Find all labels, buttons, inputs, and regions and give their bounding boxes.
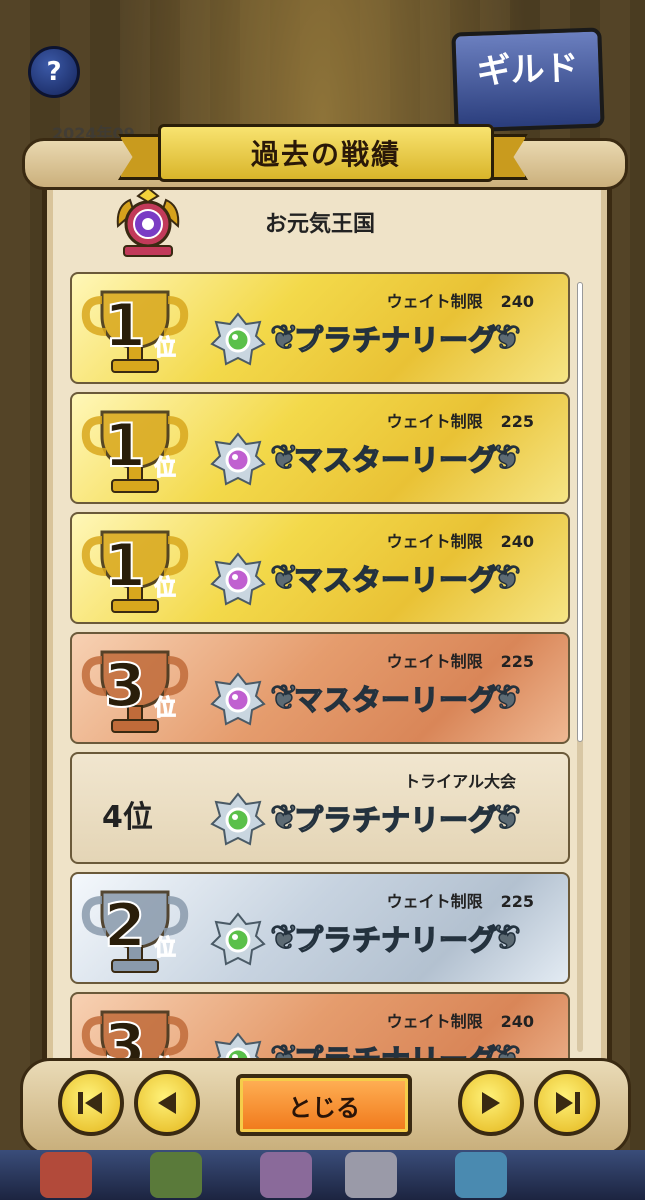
rank-suffix: 位 — [153, 456, 177, 482]
weight-label: トライアル大会 — [404, 772, 516, 791]
guild-name: お元気王国 — [264, 212, 375, 237]
rank-suffix: 位 — [153, 936, 177, 962]
rank-number: 3 — [103, 651, 147, 721]
laurel-icon: ❦ — [269, 917, 299, 959]
weight-label: ウェイト制限 — [386, 532, 483, 551]
result-row: 3位ウェイト制限240 ❦プラチナリーグ❦ — [70, 992, 570, 1060]
league-name: ❦ プラチナリーグ ❦ — [269, 1030, 522, 1060]
laurel-icon: ❦ — [492, 797, 522, 839]
result-row: 1 位 ウェイト制限 240 ❦ プラチナリーグ ❦ — [70, 272, 570, 384]
laurel-icon: ❦ — [492, 917, 522, 959]
league-badge-icon — [210, 312, 266, 366]
footer-menu-icon-1[interactable] — [40, 1152, 92, 1198]
laurel-icon: ❦ — [269, 317, 299, 359]
league-label: マスターリーグ — [293, 442, 498, 478]
weight-value: 240 — [500, 532, 534, 551]
weight-limit: ウェイト制限 240 — [387, 528, 534, 552]
weight-limit: ウェイト制限 225 — [387, 888, 534, 912]
first-page-button[interactable] — [58, 1070, 124, 1136]
rank-number: 1 — [103, 531, 147, 601]
guild-emblem-icon — [116, 186, 180, 257]
league-name: ❦ マスターリーグ ❦ — [269, 670, 522, 726]
weight-value: 225 — [500, 892, 534, 911]
laurel-icon: ❦ — [492, 437, 522, 479]
rank-suffix: 位 — [153, 696, 177, 722]
result-row: 1 位 ウェイト制限 225 ❦ マスターリーグ ❦ — [70, 392, 570, 504]
weight-limit: ウェイト制限 240 — [387, 1008, 534, 1032]
close-button[interactable]: とじる — [236, 1074, 412, 1136]
first-page-icon — [78, 1092, 102, 1114]
weight-limit: ウェイト制限 240 — [387, 288, 534, 312]
league-label: マスターリーグ — [293, 562, 498, 598]
weight-limit: トライアル大会 — [404, 768, 534, 792]
help-button[interactable]: ? — [28, 46, 80, 98]
rank-number: 1 — [103, 411, 147, 481]
league-badge-icon — [210, 672, 266, 726]
weight-value: 225 — [500, 652, 534, 671]
laurel-icon: ❦ — [269, 1037, 299, 1060]
league-name: ❦ マスターリーグ ❦ — [269, 430, 522, 486]
last-page-button[interactable] — [534, 1070, 600, 1136]
laurel-icon: ❦ — [492, 677, 522, 719]
results-scrollbar[interactable] — [577, 282, 583, 1052]
rank-number: 4位 — [102, 800, 153, 835]
weight-label: ウェイト制限 — [386, 292, 483, 311]
footer-menu-icon-2[interactable] — [150, 1152, 202, 1198]
laurel-icon: ❦ — [269, 557, 299, 599]
weight-label: ウェイト制限 — [386, 1012, 483, 1031]
laurel-icon: ❦ — [269, 437, 299, 479]
last-page-icon — [556, 1092, 580, 1114]
rank-number: 1 — [103, 291, 147, 361]
weight-label: ウェイト制限 — [386, 412, 483, 431]
laurel-icon: ❦ — [492, 1037, 522, 1060]
league-badge-icon — [210, 912, 266, 966]
result-row: 4位 トライアル大会 ❦ プラチナリーグ ❦ — [70, 752, 570, 864]
result-row: 1 位 ウェイト制限 240 ❦ マスターリーグ ❦ — [70, 512, 570, 624]
weight-value: 240 — [500, 1012, 534, 1031]
laurel-icon: ❦ — [269, 797, 299, 839]
footer-menu-icon-4[interactable] — [345, 1152, 397, 1198]
title-ribbon: 過去の戦績 — [118, 110, 528, 186]
league-label: マスターリーグ — [293, 682, 498, 718]
result-row: 2 位 ウェイト制限 225 ❦ プラチナリーグ ❦ — [70, 872, 570, 984]
league-label: プラチナリーグ — [293, 802, 498, 838]
weight-value: 240 — [500, 292, 534, 311]
laurel-icon: ❦ — [492, 317, 522, 359]
league-name: ❦ プラチナリーグ ❦ — [269, 910, 522, 966]
league-label: プラチナリーグ — [293, 322, 498, 358]
league-name: ❦ マスターリーグ ❦ — [269, 550, 522, 606]
rank-number: 2 — [103, 891, 147, 961]
next-page-icon — [482, 1092, 500, 1114]
league-badge-icon — [210, 432, 266, 486]
league-label: プラチナリーグ — [293, 922, 498, 958]
league-badge-icon — [214, 1032, 262, 1060]
rank-suffix: 位 — [153, 336, 177, 362]
league-name: ❦ プラチナリーグ ❦ — [269, 790, 522, 846]
results-scrollbar-thumb[interactable] — [577, 282, 583, 742]
next-page-button[interactable] — [458, 1070, 524, 1136]
rank-number: 3 — [103, 1011, 147, 1060]
footer-menu-icon-5[interactable] — [455, 1152, 507, 1198]
rank-suffix: 位 — [153, 576, 177, 602]
laurel-icon: ❦ — [492, 557, 522, 599]
weight-limit: ウェイト制限 225 — [387, 648, 534, 672]
league-badge-icon — [210, 552, 266, 606]
laurel-icon: ❦ — [269, 677, 299, 719]
prev-page-button[interactable] — [134, 1070, 200, 1136]
weight-value: 225 — [500, 412, 534, 431]
result-row: 3 位 ウェイト制限 225 ❦ マスターリーグ ❦ — [70, 632, 570, 744]
weight-label: ウェイト制限 — [386, 652, 483, 671]
results-list[interactable]: 1 位ウェイト制限 240 ❦ プラチナリーグ ❦ 1 位ウェイト制限 225 ❦ マスターリ… — [70, 272, 570, 1060]
weight-limit: ウェイト制限 225 — [387, 408, 534, 432]
footer-menu-icon-3[interactable] — [260, 1152, 312, 1198]
league-label: プラチナリーグ — [293, 1042, 498, 1060]
footer-menu-strip — [0, 1150, 645, 1200]
help-icon: ? — [46, 57, 62, 87]
league-badge-icon — [210, 792, 266, 846]
prev-page-icon — [158, 1092, 176, 1114]
league-name: ❦ プラチナリーグ ❦ — [269, 310, 522, 366]
panel-title: 過去の戦績 — [158, 124, 494, 182]
weight-label: ウェイト制限 — [386, 892, 483, 911]
